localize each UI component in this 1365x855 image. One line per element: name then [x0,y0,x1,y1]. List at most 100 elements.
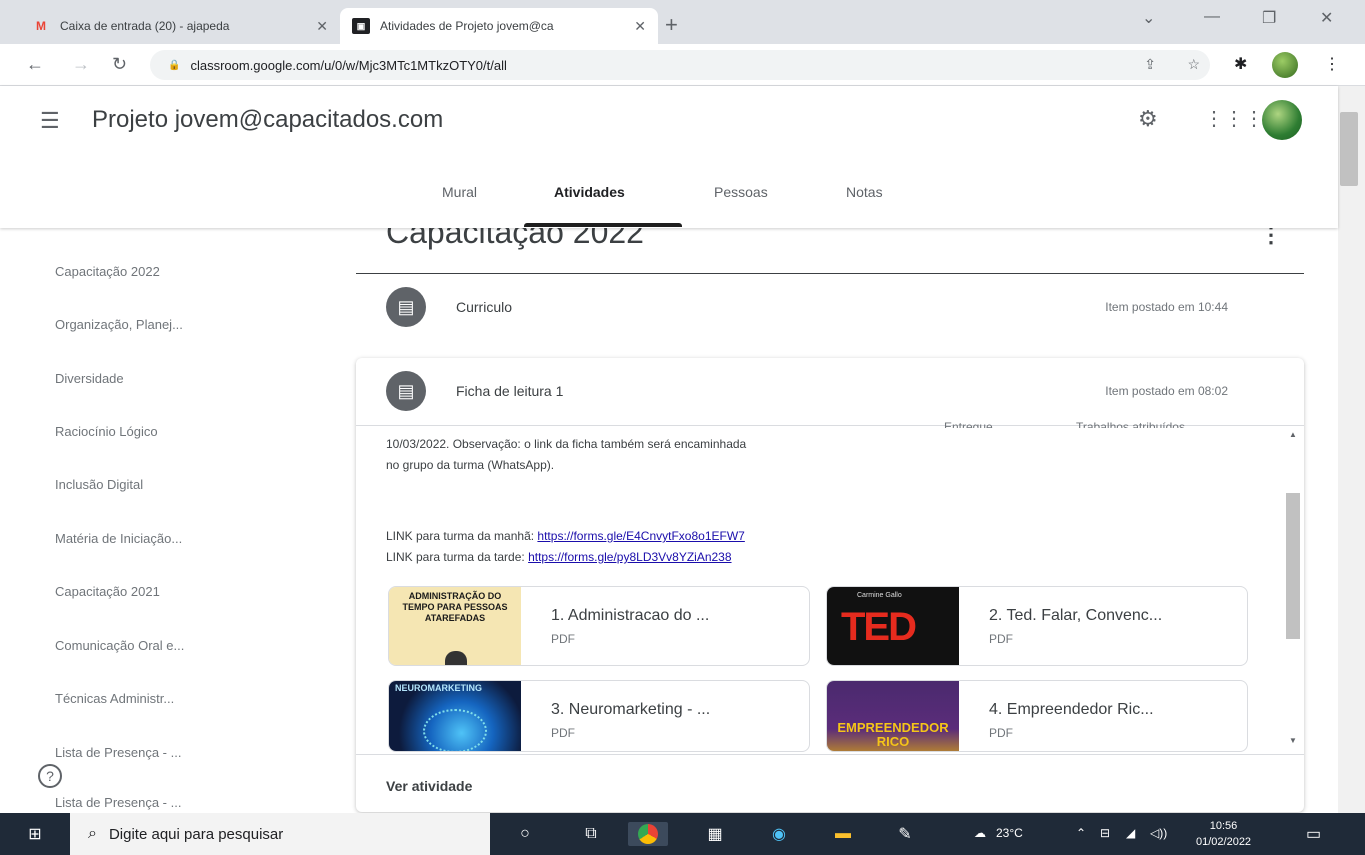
sidebar-item-materia[interactable]: Matéria de Iniciação... [55,531,182,546]
brain-graphic [423,709,487,751]
links-block: LINK para turma da manhã: https://forms.… [386,526,745,568]
minimize-button[interactable]: — [1204,8,1220,26]
attachment-type: PDF [989,632,1013,646]
link-morning-row: LINK para turma da manhã: https://forms.… [386,526,745,547]
tab-notas[interactable]: Notas [846,184,883,200]
wifi-icon[interactable]: ◢ [1126,826,1135,840]
taskbar-search[interactable]: ⌕ Digite aqui para pesquisar [70,813,490,855]
star-icon[interactable]: ☆ [1187,56,1200,73]
share-icon[interactable]: ⇪ [1144,56,1156,73]
profile-avatar[interactable] [1272,52,1298,78]
file-explorer-icon[interactable]: ▬ [830,822,856,846]
browser-tab-classroom[interactable]: ▣ Atividades de Projeto jovem@ca ✕ [340,8,658,44]
clock-time: 10:56 [1209,820,1238,832]
link-afternoon[interactable]: https://forms.gle/py8LD3Vv8YZiAn238 [528,550,731,564]
windows-start-icon[interactable]: ⊞ [22,822,48,846]
url-field[interactable]: 🔒 classroom.google.com/u/0/w/Mjc3MTc1MTk… [150,50,1210,80]
item-posted-date: Item postado em 10:44 [1105,300,1228,314]
tab-pessoas[interactable]: Pessoas [714,184,768,200]
new-tab-button[interactable]: + [665,12,678,38]
tab-search-icon[interactable]: ⌄ [1142,8,1155,28]
sidebar-item-comunicacao[interactable]: Comunicação Oral e... [55,638,184,653]
sidebar-item-organizacao[interactable]: Organização, Planej... [55,317,183,332]
classroom-header: ☰ Projeto jovem@capacitados.com ⚙ ⋮⋮⋮ Mu… [0,86,1338,228]
more-icon[interactable]: ⋮ [1324,54,1340,74]
forward-icon[interactable]: → [72,54,90,75]
network-icon[interactable]: ⊟ [1100,826,1110,840]
tab-atividades[interactable]: Atividades [554,184,625,200]
thumbnail-text: EMPREENDEDOR RICO [837,720,949,749]
cortana-icon[interactable]: ○ [512,822,538,846]
attachment-card[interactable]: NEUROMARKETING 3. Neuromarketing - ... P… [388,680,810,752]
search-placeholder: Digite aqui para pesquisar [108,825,284,843]
assignment-icon: ▤ [386,371,426,411]
sidebar-item-raciocinio[interactable]: Raciocínio Lógico [55,424,158,439]
close-window-button[interactable]: ✕ [1320,8,1333,28]
clock-date: 01/02/2022 [1196,836,1252,848]
attachment-card[interactable]: EMPREENDEDOR RICO 4. Empreendedor Ric...… [826,680,1248,752]
sidebar-item-tecnicas[interactable]: Técnicas Administr... [55,691,174,706]
back-icon[interactable]: ← [26,54,44,75]
thumbnail-admin-tempo: ADMINISTRAÇÃO DO TEMPO PARA PESSOAS ATAR… [389,587,521,665]
notifications-icon[interactable]: ▭ [1306,824,1321,844]
chevron-up-icon[interactable]: ⌃ [1076,826,1086,840]
page-scrollbar[interactable] [1338,86,1365,814]
link-afternoon-row: LINK para turma da tarde: https://forms.… [386,547,745,568]
cloud-icon[interactable]: ☁ [974,826,986,840]
gmail-icon: M [36,19,46,33]
tab-mural[interactable]: Mural [442,184,477,200]
browser-tab-gmail[interactable]: M Caixa de entrada (20) - ajapeda ✕ [20,8,340,44]
user-avatar[interactable] [1262,100,1302,140]
link-morning[interactable]: https://forms.gle/E4CnvytFxo8o1EFW7 [537,529,744,543]
tab-title: Caixa de entrada (20) - ajapeda [60,19,230,33]
help-icon[interactable]: ? [38,764,62,788]
sidebar-item-diversidade[interactable]: Diversidade [55,371,124,386]
stat-entregue: Entregue [944,420,993,428]
task-view-icon[interactable]: ⧉ [578,822,604,846]
edge-icon[interactable]: ◉ [766,822,792,846]
scroll-up-icon[interactable]: ▲ [1289,430,1297,439]
clock[interactable]: 10:56 01/02/2022 [1196,818,1251,850]
description-line: 10/03/2022. Observação: o link da ficha … [386,437,747,451]
menu-icon[interactable]: ☰ [40,108,60,134]
list-item-curriculo[interactable]: ▤ Curriculo Item postado em 10:44 [356,274,1304,340]
volume-icon[interactable]: ◁)) [1150,826,1167,840]
thumbnail-text: ADMINISTRAÇÃO DO TEMPO PARA PESSOAS ATAR… [402,591,508,623]
inner-scroll-thumb[interactable] [1286,493,1300,639]
store-icon[interactable]: ▦ [702,822,728,846]
sidebar-item-capacitacao-2022[interactable]: Capacitação 2022 [55,264,160,279]
link-morning-label: LINK para turma da manhã: [386,529,535,543]
attachment-card[interactable]: Carmine Gallo TED 2. Ted. Falar, Convenc… [826,586,1248,666]
chrome-icon[interactable] [628,822,668,846]
description-line: no grupo da turma (WhatsApp). [386,458,555,472]
reload-icon[interactable]: ↻ [112,54,127,75]
view-assignment-link[interactable]: Ver atividade [386,778,472,794]
classroom-icon: ▣ [352,18,370,34]
attachment-title: 2. Ted. Falar, Convenc... [989,607,1163,624]
page-scroll-thumb[interactable] [1340,112,1358,186]
item-title: Curriculo [456,299,513,315]
description-text: 10/03/2022. Observação: o link da ficha … [386,434,746,476]
sidebar-item-lista-presenca[interactable]: Lista de Presença - ... [55,745,181,760]
sidebar-item-inclusao[interactable]: Inclusão Digital [55,477,143,492]
paint-icon[interactable]: ✎ [892,822,918,846]
extensions-icon[interactable]: ✱ [1234,54,1247,74]
taskbar: ⊞ ⌕ Digite aqui para pesquisar ○ ⧉ ▦ ◉ ▬… [0,813,1365,855]
close-icon[interactable]: ✕ [634,18,646,35]
class-title[interactable]: Projeto jovem@capacitados.com [92,106,443,134]
apps-icon[interactable]: ⋮⋮⋮ [1204,106,1264,131]
list-item-ficha-leitura[interactable]: ▤ Ficha de leitura 1 Item postado em 08:… [356,358,1304,424]
sidebar-item-lista-presenca-2[interactable]: Lista de Presença - ... [55,795,181,810]
attachment-title: 4. Empreendedor Ric... [989,701,1154,718]
attachment-card[interactable]: ADMINISTRAÇÃO DO TEMPO PARA PESSOAS ATAR… [388,586,810,666]
thumbnail-author: Carmine Gallo [857,592,902,599]
card-divider [356,754,1304,755]
stat-atribuidos: Trabalhos atribuídos [1076,420,1185,428]
close-icon[interactable]: ✕ [316,18,328,35]
restore-button[interactable]: ❐ [1262,8,1276,28]
weather-text[interactable]: 23°C [996,826,1023,840]
tab-title: Atividades de Projeto jovem@ca [380,19,554,33]
scroll-down-icon[interactable]: ▼ [1289,736,1297,745]
sidebar-item-capacitacao-2021[interactable]: Capacitação 2021 [55,584,160,599]
gear-icon[interactable]: ⚙ [1138,106,1158,132]
